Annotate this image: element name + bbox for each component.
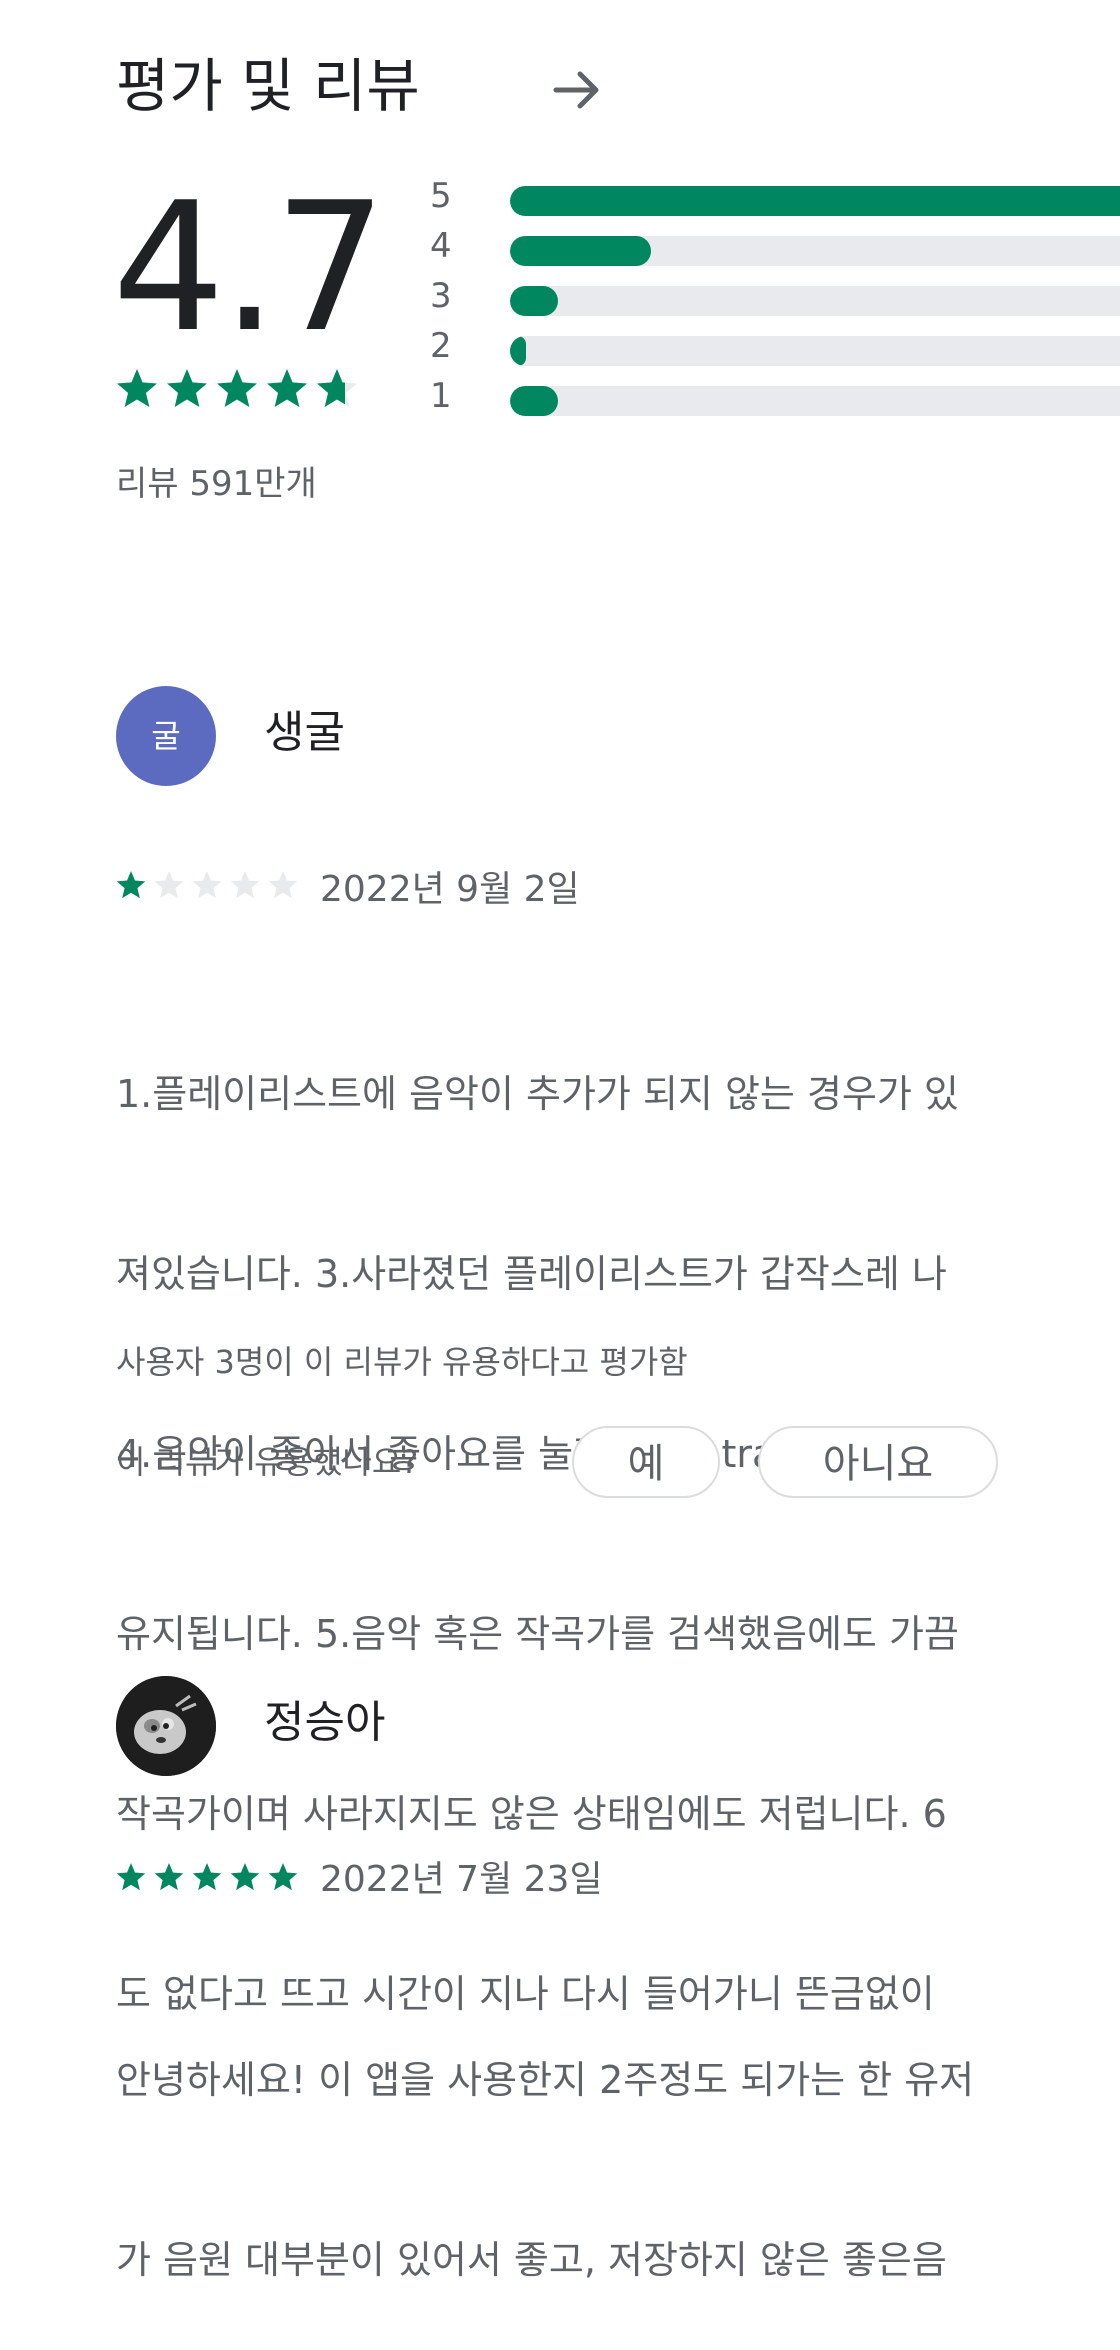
star-icon [154, 871, 184, 899]
star-icon [116, 871, 146, 899]
star-icon [192, 871, 222, 899]
rating-bar-row: 1 [430, 376, 1120, 416]
rating-stars [117, 369, 357, 407]
rating-bar-fill [510, 186, 1120, 216]
star-icon [217, 369, 257, 407]
yes-button[interactable]: 예 [572, 1426, 720, 1498]
review-text-line: 가 음원 대부분이 있어서 좋고, 저장하지 않은 좋은음 [116, 2238, 947, 2282]
reviewer-name: 생굴 [264, 707, 345, 758]
star-icon [230, 871, 260, 899]
rating-bar-fill [510, 386, 558, 416]
star-icon [268, 871, 298, 899]
helpful-count: 사용자 3명이 이 리뷰가 유용하다고 평가함 [116, 1343, 688, 1381]
reviewer-name: 정승아 [264, 1697, 386, 1748]
star-icon [268, 1863, 298, 1891]
star-icon [116, 1863, 146, 1891]
avatar [116, 1676, 216, 1776]
section-title: 평가 및 리뷰 [116, 52, 420, 120]
rating-bar-label: 4 [430, 226, 452, 266]
rating-bar-row: 5 [430, 176, 1120, 216]
star-icon [167, 369, 207, 407]
review-text-line: 작곡가이며 사라지지도 않은 상태임에도 저럽니다. 6 [116, 1792, 947, 1836]
rating-bar-track [510, 386, 1120, 416]
star-icon [317, 369, 357, 407]
rating-bar-row: 4 [430, 226, 1120, 266]
rating-bar-label: 2 [430, 326, 452, 366]
rating-bar-track [510, 286, 1120, 316]
no-button[interactable]: 아니요 [758, 1426, 998, 1498]
avatar-photo-icon [116, 1676, 216, 1776]
rating-bar-label: 3 [430, 276, 452, 316]
rating-bar-row: 3 [430, 276, 1120, 316]
review-text-line: 져있습니다. 3.사라졌던 플레이리스트가 갑작스레 나 [116, 1252, 947, 1296]
star-icon [154, 1863, 184, 1891]
rating-bar-track [510, 186, 1120, 216]
review-stars [116, 871, 298, 899]
average-rating: 4.7 [112, 164, 387, 371]
rating-bar-row: 2 [430, 326, 1120, 366]
review-stars [116, 1863, 298, 1891]
review-text: 안녕하세요! 이 앱을 사용한지 2주정도 되가는 한 유저 가 음원 대부분이… [116, 1930, 1120, 2350]
rating-bar-fill [510, 286, 558, 316]
arrow-right-icon[interactable] [548, 62, 608, 118]
rating-bar-fill [510, 236, 651, 266]
rating-bar-track [510, 336, 1120, 366]
rating-bar-label: 5 [430, 176, 452, 216]
star-icon [267, 369, 307, 407]
review-date: 2022년 9월 2일 [320, 869, 580, 910]
review-count: 리뷰 591만개 [116, 464, 317, 504]
rating-bar-fill [510, 336, 526, 366]
review-date: 2022년 7월 23일 [320, 1859, 603, 1900]
rating-bar-track [510, 236, 1120, 266]
review-text-line: 1.플레이리스트에 음악이 추가가 되지 않는 경우가 있 [116, 1072, 959, 1116]
helpful-question: 이 리뷰가 유용했나요? [116, 1443, 419, 1481]
avatar: 굴 [116, 686, 216, 786]
rating-bar-label: 1 [430, 376, 452, 416]
star-icon [230, 1863, 260, 1891]
review-text: 1.플레이리스트에 음악이 추가가 되지 않는 경우가 있 져있습니다. 3.사… [116, 944, 1120, 2084]
star-icon [117, 369, 157, 407]
review-text-line: 유지됩니다. 5.음악 혹은 작곡가를 검색했음에도 가끔 [116, 1612, 959, 1656]
review-text-line: 안녕하세요! 이 앱을 사용한지 2주정도 되가는 한 유저 [116, 2058, 975, 2102]
star-icon [192, 1863, 222, 1891]
